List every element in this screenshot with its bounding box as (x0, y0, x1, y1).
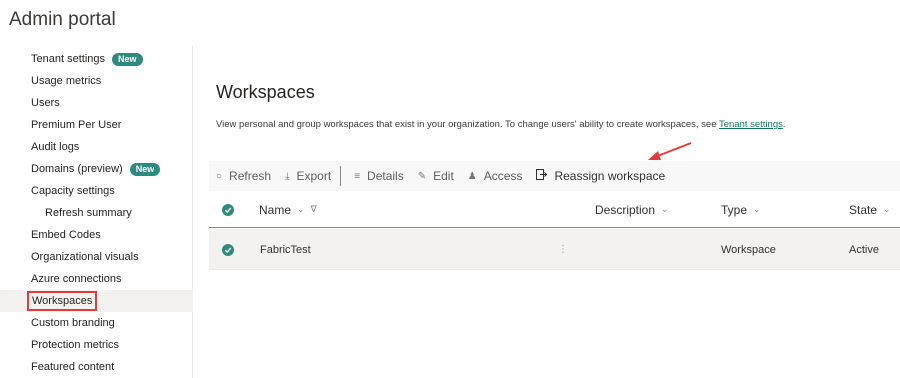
app-title: Admin portal (9, 9, 116, 30)
column-header-name[interactable]: Name ⌄ ∇ (259, 191, 317, 228)
table-row[interactable]: FabricTest ⋮ Workspace Active (209, 229, 900, 270)
pencil-icon: ✎ (417, 170, 427, 182)
chevron-down-icon: ⌄ (753, 204, 761, 214)
sidebar-item-label: Organizational visuals (31, 251, 139, 263)
column-header-label: Description (595, 202, 656, 217)
download-icon: ⤓ (285, 170, 290, 182)
column-header-state[interactable]: State ⌄ (849, 191, 891, 228)
sidebar-item-tenant-settings[interactable]: Tenant settings New (0, 48, 193, 70)
sidebar-item-embed-codes[interactable]: Embed Codes (0, 224, 193, 246)
sidebar-item-capacity-settings[interactable]: Capacity settings (0, 180, 193, 202)
edit-label: Edit (433, 169, 454, 183)
column-header-label: State (849, 202, 878, 217)
column-header-type[interactable]: Type ⌄ (721, 191, 761, 228)
select-all-checkbox[interactable] (222, 191, 234, 228)
cell-type: Workspace (721, 243, 776, 256)
cell-state: Active (849, 243, 879, 256)
chevron-down-icon: ⌄ (661, 204, 669, 214)
sidebar-item-usage-metrics[interactable]: Usage metrics (0, 70, 193, 92)
details-label: Details (367, 169, 404, 183)
sidebar-item-organizational-visuals[interactable]: Organizational visuals (0, 246, 193, 268)
list-icon: ≡ (354, 170, 361, 182)
sidebar-item-label: Premium Per User (31, 119, 122, 131)
sidebar-item-label: Capacity settings (31, 185, 115, 197)
sidebar-item-label: Protection metrics (31, 339, 120, 351)
description-text: View personal and group workspaces that … (216, 119, 719, 130)
reassign-workspace-label: Reassign workspace (554, 169, 666, 183)
row-checkbox[interactable] (222, 229, 234, 270)
chevron-down-icon: ⌄ (883, 204, 891, 214)
person-icon: ♟ (467, 170, 477, 182)
tenant-settings-link[interactable]: Tenant settings (719, 119, 783, 130)
cell-name: FabricTest (260, 243, 311, 256)
details-button[interactable]: ≡ Details (347, 161, 411, 191)
sidebar-item-featured-content[interactable]: Featured content (0, 356, 193, 378)
sidebar-item-label: Embed Codes (31, 229, 101, 241)
sidebar-item-protection-metrics[interactable]: Protection metrics (0, 334, 193, 356)
sidebar-item-custom-branding[interactable]: Custom branding (0, 312, 193, 334)
sidebar-item-label: Featured content (31, 361, 115, 373)
sidebar: Tenant settings New Usage metrics Users … (0, 46, 193, 378)
column-header-label: Name (259, 202, 292, 217)
sidebar-item-label: Custom branding (31, 317, 115, 329)
sidebar-item-refresh-summary[interactable]: Refresh summary (0, 202, 193, 224)
toolbar: ○ Refresh ⤓ Export ≡ Details ✎ Edit ♟ Ac… (209, 161, 900, 191)
filter-icon: ∇ (310, 204, 317, 214)
page-title: Workspaces (216, 82, 315, 102)
export-button[interactable]: ⤓ Export (278, 161, 338, 191)
checkmark-icon (222, 243, 234, 256)
sidebar-item-label: Usage metrics (31, 75, 102, 87)
edit-button[interactable]: ✎ Edit (411, 161, 461, 191)
sidebar-item-label: Users (31, 97, 60, 109)
checkmark-icon (222, 203, 234, 216)
annotation-arrow (648, 142, 692, 160)
sidebar-item-workspaces[interactable]: Workspaces (0, 290, 193, 312)
reassign-icon (536, 169, 548, 183)
refresh-label: Refresh (229, 169, 272, 183)
sidebar-item-label: Azure connections (31, 273, 122, 285)
more-options-icon[interactable]: ⋮ (558, 229, 568, 270)
access-button[interactable]: ♟ Access (461, 161, 530, 191)
sidebar-item-users[interactable]: Users (0, 92, 193, 114)
sidebar-item-label: Audit logs (31, 141, 80, 153)
access-label: Access (483, 169, 523, 183)
refresh-icon: ○ (216, 170, 223, 182)
sidebar-item-label: Workspaces (26, 291, 98, 311)
export-label: Export (296, 169, 332, 183)
column-header-description[interactable]: Description ⌄ (595, 191, 669, 228)
table-header: Name ⌄ ∇ Description ⌄ Type ⌄ State ⌄ (209, 191, 900, 228)
sidebar-item-audit-logs[interactable]: Audit logs (0, 136, 193, 158)
sidebar-item-label: Domains (preview) (31, 163, 123, 175)
sidebar-item-azure-connections[interactable]: Azure connections (0, 268, 193, 290)
new-badge: New (129, 162, 161, 176)
sidebar-item-premium-per-user[interactable]: Premium Per User (0, 114, 193, 136)
chevron-down-icon: ⌄ (297, 204, 305, 214)
reassign-workspace-button[interactable]: Reassign workspace (529, 161, 672, 191)
new-badge: New (112, 52, 143, 66)
sidebar-item-label: Refresh summary (45, 207, 132, 219)
sidebar-item-domains[interactable]: Domains (preview) New (0, 158, 193, 180)
page-description: View personal and group workspaces that … (216, 119, 786, 130)
main-content: Workspaces View personal and group works… (194, 46, 900, 378)
sidebar-item-label: Tenant settings (31, 53, 105, 65)
column-header-label: Type (721, 202, 748, 217)
refresh-button[interactable]: ○ Refresh (209, 161, 278, 191)
toolbar-divider (340, 166, 342, 186)
description-end: . (782, 119, 786, 130)
